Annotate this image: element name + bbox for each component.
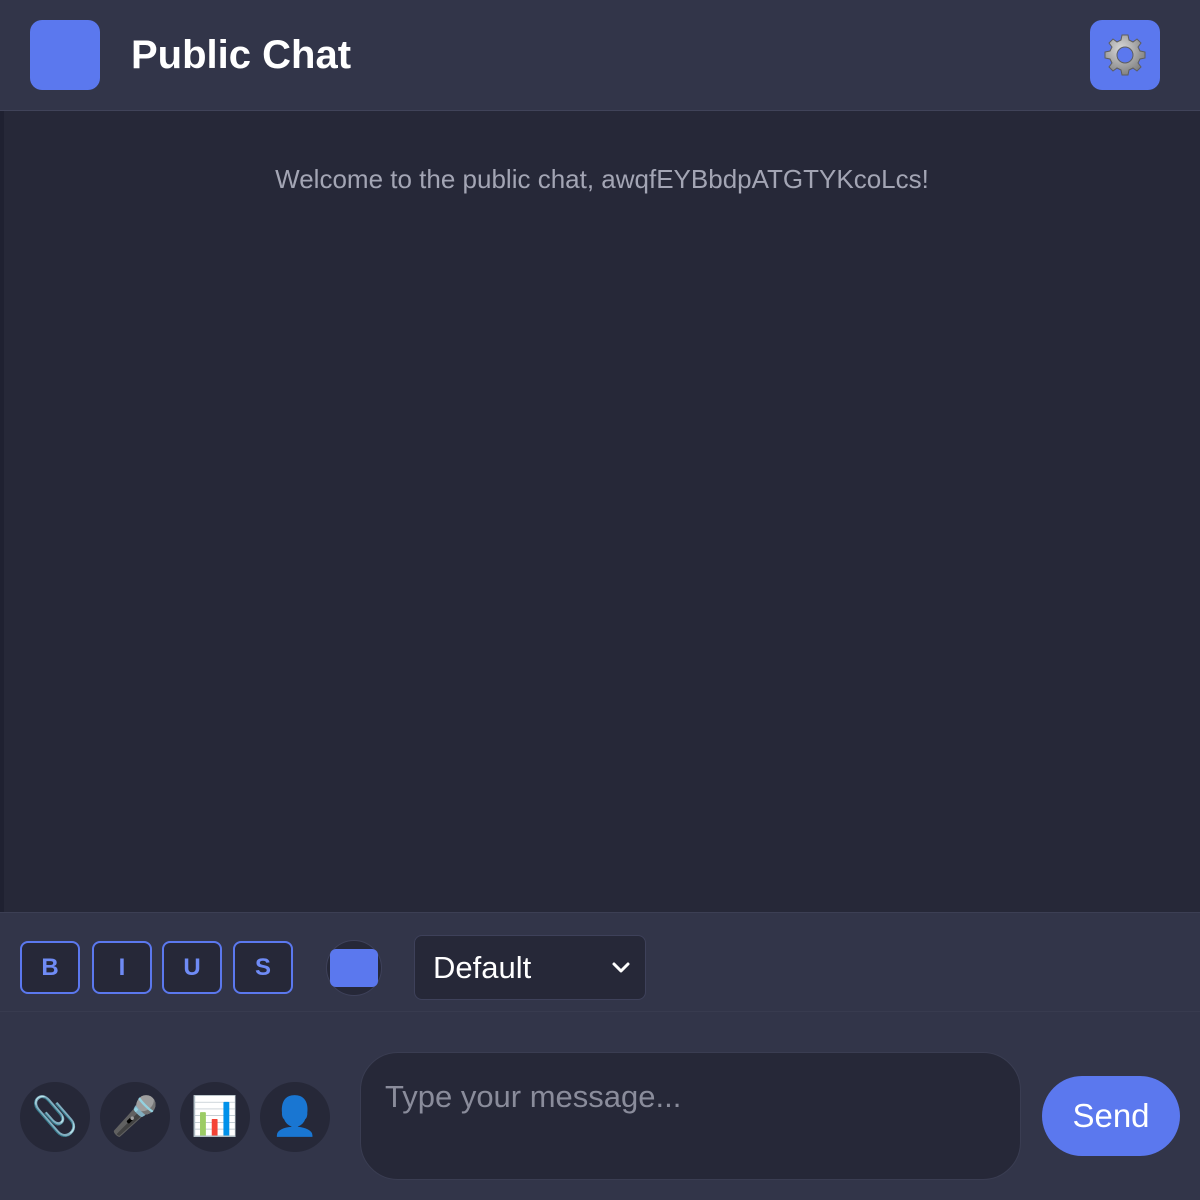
chat-app: Public Chat Welcome to the public chat, … bbox=[0, 0, 1200, 1200]
message-input[interactable] bbox=[360, 1052, 1021, 1180]
text-color-picker[interactable] bbox=[326, 940, 382, 996]
message-list[interactable]: Welcome to the public chat, awqfEYBbdpAT… bbox=[4, 111, 1200, 912]
strikethrough-button[interactable]: S bbox=[233, 941, 293, 994]
settings-button[interactable] bbox=[1090, 20, 1160, 90]
color-swatch bbox=[330, 949, 378, 987]
font-select-value: Default bbox=[433, 949, 532, 985]
user-icon: 👤 bbox=[271, 1096, 319, 1138]
bold-button[interactable]: B bbox=[20, 941, 80, 994]
message-composer: 📎 🎤 📊 👤 Send bbox=[0, 1012, 1200, 1200]
poll-button[interactable]: 📊 bbox=[180, 1082, 250, 1152]
font-select[interactable]: Default bbox=[414, 935, 646, 1000]
underline-button[interactable]: U bbox=[162, 941, 222, 994]
contact-button[interactable]: 👤 bbox=[260, 1082, 330, 1152]
attach-button[interactable]: 📎 bbox=[20, 1082, 90, 1152]
chevron-down-icon bbox=[612, 962, 630, 973]
formatting-toolbar: B I U S Default bbox=[0, 912, 1200, 1012]
welcome-message: Welcome to the public chat, awqfEYBbdpAT… bbox=[275, 164, 929, 194]
gear-icon bbox=[1104, 34, 1146, 76]
italic-button[interactable]: I bbox=[92, 941, 152, 994]
voice-button[interactable]: 🎤 bbox=[100, 1082, 170, 1152]
microphone-icon: 🎤 bbox=[111, 1096, 159, 1138]
paperclip-icon: 📎 bbox=[31, 1096, 79, 1138]
send-button[interactable]: Send bbox=[1042, 1076, 1180, 1156]
bar-chart-icon: 📊 bbox=[191, 1096, 239, 1138]
app-logo bbox=[30, 20, 100, 90]
header: Public Chat bbox=[0, 0, 1200, 111]
page-title: Public Chat bbox=[131, 33, 352, 77]
